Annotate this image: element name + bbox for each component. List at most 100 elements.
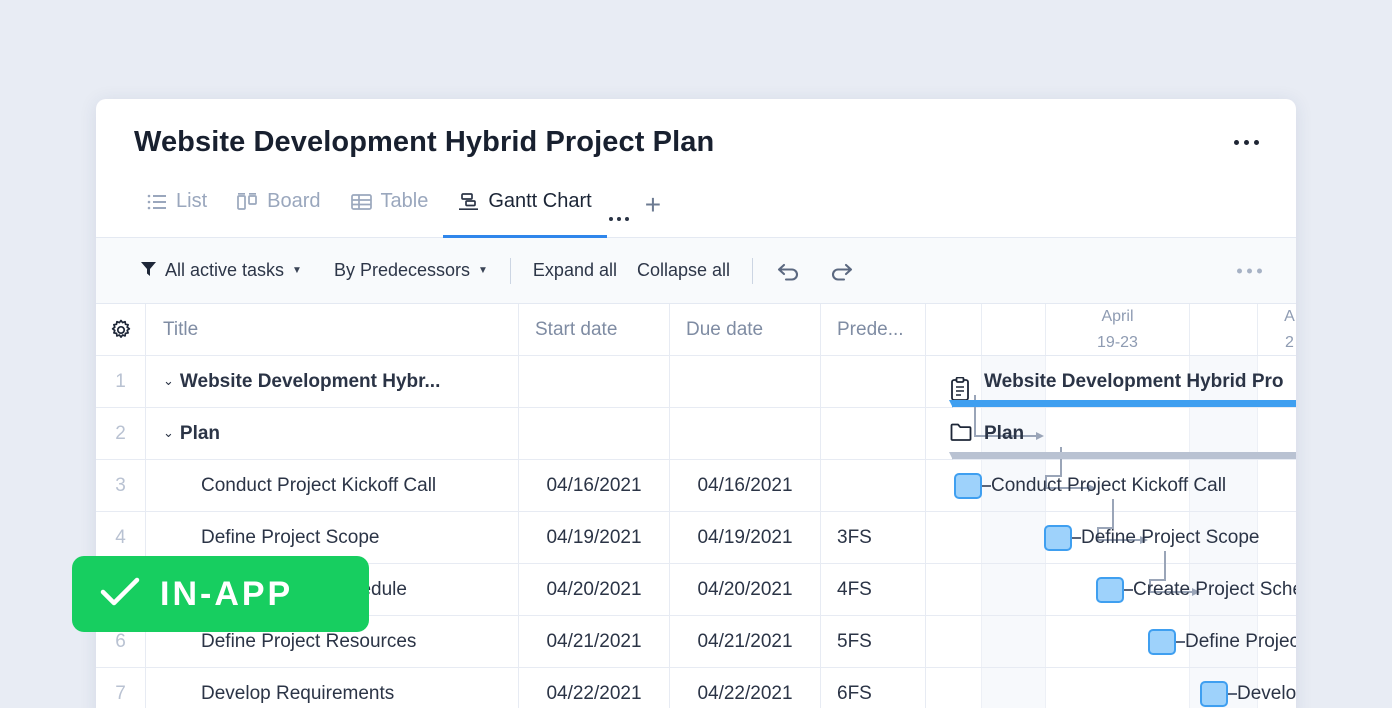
row-predecessors[interactable]: 3FS bbox=[821, 512, 926, 563]
tab-gantt-chart-label: Gantt Chart bbox=[488, 190, 591, 213]
row-predecessors[interactable]: 6FS bbox=[821, 668, 926, 708]
gantt-task-bar[interactable] bbox=[1096, 577, 1124, 603]
column-header-due-date[interactable]: Due date bbox=[670, 304, 821, 355]
row-due-date[interactable] bbox=[670, 408, 821, 459]
timeline-month-april: April bbox=[1046, 304, 1190, 330]
chevron-down-icon[interactable]: ⌄ bbox=[163, 425, 174, 441]
row-start-date[interactable]: 04/20/2021 bbox=[519, 564, 670, 615]
row-title: Define Project Scope bbox=[201, 527, 380, 549]
row-title-cell[interactable]: Develop Requirements bbox=[146, 668, 519, 708]
tab-list[interactable]: List bbox=[132, 180, 222, 237]
row-title-cell[interactable]: ⌄ Website Development Hybr... bbox=[146, 356, 519, 407]
tab-more-icon[interactable] bbox=[609, 217, 629, 237]
expand-all-button[interactable]: Expand all bbox=[523, 260, 627, 281]
row-title: Plan bbox=[180, 423, 220, 445]
timeline-month-cell bbox=[1190, 304, 1258, 330]
gantt-bar-label: Define Project Re bbox=[1185, 631, 1296, 653]
row-title-cell[interactable]: Conduct Project Kickoff Call bbox=[146, 460, 519, 511]
gantt-row-project[interactable]: Website Development Hybrid Pro bbox=[930, 356, 1296, 408]
timeline-week-cell bbox=[982, 330, 1046, 356]
gantt-row-task[interactable]: Define Project Re bbox=[930, 616, 1296, 668]
timeline-week-19-23: 19-23 bbox=[1046, 330, 1190, 356]
table-row[interactable]: 1 ⌄ Website Development Hybr... bbox=[96, 356, 930, 408]
gantt-row-plan[interactable]: Plan bbox=[930, 408, 1296, 460]
gantt-row-task[interactable]: Develop Requ bbox=[930, 668, 1296, 708]
tab-table-label: Table bbox=[381, 190, 429, 213]
row-title: Develop Requirements bbox=[201, 683, 394, 705]
gantt-summary-bar[interactable] bbox=[952, 400, 1296, 407]
row-due-date[interactable] bbox=[670, 356, 821, 407]
gantt-task-bar[interactable] bbox=[1044, 525, 1072, 551]
row-start-date[interactable] bbox=[519, 408, 670, 459]
filter-dropdown[interactable]: All active tasks ▼ bbox=[130, 260, 312, 282]
row-number: 3 bbox=[96, 460, 146, 511]
toolbar-more-icon[interactable] bbox=[1229, 260, 1270, 281]
row-predecessors[interactable]: 4FS bbox=[821, 564, 926, 615]
row-due-date[interactable]: 04/19/2021 bbox=[670, 512, 821, 563]
gantt-bar-label: Create Project Sched bbox=[1133, 579, 1296, 601]
row-start-date[interactable]: 04/21/2021 bbox=[519, 616, 670, 667]
gantt-row-task[interactable]: Conduct Project Kickoff Call bbox=[930, 460, 1296, 512]
gantt-row-task[interactable]: Create Project Sched bbox=[930, 564, 1296, 616]
row-due-date[interactable]: 04/16/2021 bbox=[670, 460, 821, 511]
row-predecessors[interactable] bbox=[821, 356, 926, 407]
row-due-date[interactable]: 04/21/2021 bbox=[670, 616, 821, 667]
gantt-summary-bar[interactable] bbox=[952, 452, 1296, 459]
tab-board-label: Board bbox=[267, 190, 320, 213]
gantt-row-task[interactable]: Define Project Scope bbox=[930, 512, 1296, 564]
add-view-button[interactable]: + bbox=[631, 191, 675, 237]
chevron-down-icon: ▼ bbox=[292, 266, 302, 276]
chevron-down-icon[interactable]: ⌄ bbox=[163, 373, 174, 389]
row-title-cell[interactable]: ⌄ Plan bbox=[146, 408, 519, 459]
timeline-week-cell bbox=[930, 330, 982, 356]
tab-table[interactable]: Table bbox=[336, 180, 444, 237]
list-icon bbox=[147, 193, 167, 211]
tab-board[interactable]: Board bbox=[222, 180, 335, 237]
page-title: Website Development Hybrid Project Plan bbox=[134, 126, 714, 159]
group-dropdown[interactable]: By Predecessors ▼ bbox=[324, 260, 498, 281]
grid-settings-button[interactable] bbox=[96, 304, 146, 355]
row-title: Define Project Resources bbox=[201, 631, 416, 653]
gantt-bar-connector bbox=[1124, 589, 1133, 591]
gantt-task-bar[interactable] bbox=[1148, 629, 1176, 655]
redo-icon[interactable] bbox=[815, 260, 865, 282]
gantt-icon bbox=[458, 193, 479, 211]
row-start-date[interactable] bbox=[519, 356, 670, 407]
gantt-task-bar[interactable] bbox=[1200, 681, 1228, 707]
view-tabs: List Board bbox=[96, 179, 1296, 238]
row-start-date[interactable]: 04/16/2021 bbox=[519, 460, 670, 511]
funnel-icon bbox=[140, 260, 157, 282]
column-header-predecessors[interactable]: Prede... bbox=[821, 304, 926, 355]
row-start-date[interactable]: 04/19/2021 bbox=[519, 512, 670, 563]
row-predecessors[interactable] bbox=[821, 408, 926, 459]
row-title: Website Development Hybr... bbox=[180, 371, 440, 393]
row-predecessors[interactable] bbox=[821, 460, 926, 511]
row-due-date[interactable]: 04/20/2021 bbox=[670, 564, 821, 615]
toolbar-divider-1 bbox=[510, 258, 511, 284]
tab-list-label: List bbox=[176, 190, 207, 213]
timeline-week-cell bbox=[1190, 330, 1258, 356]
timeline-canvas[interactable]: Website Development Hybrid Pro Plan bbox=[930, 356, 1296, 708]
timeline-month-cell bbox=[930, 304, 982, 330]
column-header-start-date[interactable]: Start date bbox=[519, 304, 670, 355]
table-row[interactable]: 2 ⌄ Plan bbox=[96, 408, 930, 460]
gantt-bar-connector bbox=[1228, 693, 1237, 695]
table-row[interactable]: 7 Develop Requirements 04/22/2021 04/22/… bbox=[96, 668, 930, 708]
undo-icon[interactable] bbox=[765, 260, 815, 282]
folder-icon bbox=[950, 422, 972, 446]
row-start-date[interactable]: 04/22/2021 bbox=[519, 668, 670, 708]
gantt-timeline[interactable]: April A 19-23 2 bbox=[930, 304, 1296, 708]
column-header-title[interactable]: Title bbox=[146, 304, 519, 355]
table-row[interactable]: 3 Conduct Project Kickoff Call 04/16/202… bbox=[96, 460, 930, 512]
toolbar-divider-2 bbox=[752, 258, 753, 284]
gantt-bar-label: Define Project Scope bbox=[1081, 527, 1260, 549]
collapse-all-button[interactable]: Collapse all bbox=[627, 260, 740, 281]
row-number: 2 bbox=[96, 408, 146, 459]
gantt-task-bar[interactable] bbox=[954, 473, 982, 499]
screen: Website Development Hybrid Project Plan … bbox=[0, 0, 1392, 708]
tab-gantt-chart[interactable]: Gantt Chart bbox=[443, 180, 606, 237]
row-predecessors[interactable]: 5FS bbox=[821, 616, 926, 667]
card-header: Website Development Hybrid Project Plan bbox=[96, 99, 1296, 179]
row-due-date[interactable]: 04/22/2021 bbox=[670, 668, 821, 708]
header-more-icon[interactable] bbox=[1226, 129, 1266, 155]
